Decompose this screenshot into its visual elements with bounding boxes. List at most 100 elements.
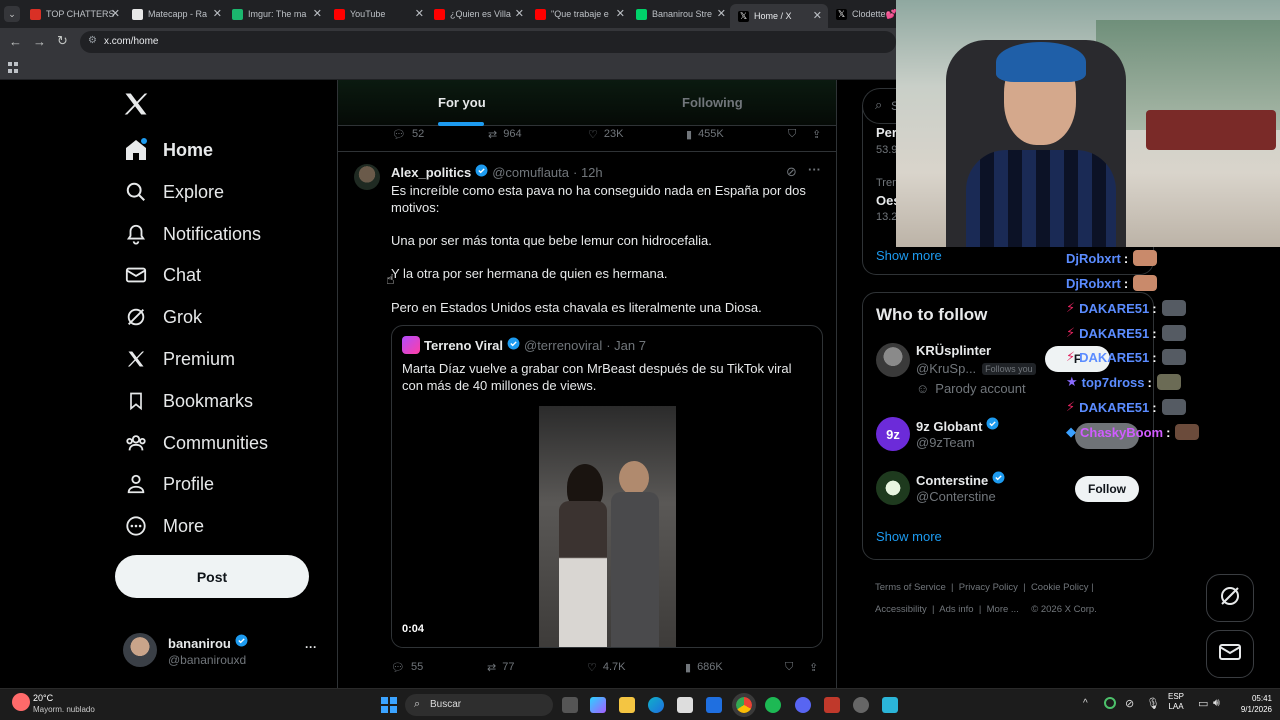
tab-close-icon[interactable]: ✕ xyxy=(313,7,322,20)
suggestion-name[interactable]: 9z Globant xyxy=(916,419,982,434)
weather-desc[interactable]: Mayorm. nublado xyxy=(33,705,95,714)
suggestion-avatar[interactable] xyxy=(876,343,910,377)
tweet-author[interactable]: Alex_politics xyxy=(391,165,471,180)
browser-tab[interactable]: TOP CHATTERS ✕ xyxy=(30,4,120,24)
post-button[interactable]: Post xyxy=(115,555,309,598)
nav-explore[interactable]: Explore xyxy=(123,172,224,212)
tray-icon[interactable]: ⊘ xyxy=(1125,697,1134,710)
chrome-icon[interactable] xyxy=(732,693,756,717)
messages-fab-button[interactable] xyxy=(1206,630,1254,678)
tab-for-you[interactable]: For you xyxy=(438,95,486,110)
repost-button[interactable]: ⇄ 964 xyxy=(488,128,522,141)
suggestion-name[interactable]: KRÜsplinter xyxy=(916,343,991,358)
site-info-icon[interactable]: ⚙ xyxy=(88,35,97,46)
edge-icon[interactable] xyxy=(648,697,664,713)
mail-app-icon[interactable] xyxy=(706,697,722,713)
tweet-avatar[interactable] xyxy=(354,164,380,190)
windows-start-icon[interactable] xyxy=(381,697,397,713)
tab-close-icon[interactable]: ✕ xyxy=(717,7,726,20)
volume-icon[interactable]: 🔊︎ xyxy=(1213,697,1220,710)
follow-button[interactable]: Follow xyxy=(1075,476,1139,502)
back-icon[interactable]: ← xyxy=(9,34,22,49)
tweet-time[interactable]: · 12h xyxy=(573,165,603,180)
browser-tab[interactable]: Matecapp - Ra ✕ xyxy=(132,4,222,24)
nav-communities[interactable]: Communities xyxy=(123,423,268,463)
discord-icon[interactable] xyxy=(795,697,811,713)
file-explorer-icon[interactable] xyxy=(619,697,635,713)
reply-button[interactable]: 💬︎ 52 xyxy=(392,128,424,141)
like-button[interactable]: ♡ 23K xyxy=(588,128,623,141)
reload-icon[interactable]: ↻ xyxy=(57,33,68,49)
footer-link[interactable]: Terms of Service xyxy=(875,582,946,593)
address-bar[interactable]: ⚙ x.com/home xyxy=(80,31,896,53)
footer-link[interactable]: Cookie Policy xyxy=(1031,582,1089,593)
footer-link[interactable]: Ads info xyxy=(939,604,973,615)
nav-more[interactable]: More xyxy=(123,506,204,546)
views-button[interactable]: ▮ 686K xyxy=(685,661,723,674)
tab-close-icon[interactable]: ✕ xyxy=(213,7,222,20)
weather-temp[interactable]: 20°C xyxy=(33,693,53,703)
like-button[interactable]: ♡ 4.7K xyxy=(587,661,626,674)
forward-icon[interactable]: → xyxy=(33,34,46,49)
browser-tab[interactable]: Imgur: The ma ✕ xyxy=(232,4,322,24)
browser-tab-active[interactable]: 𝕏 Home / X ✕ xyxy=(730,4,828,28)
show-more-link[interactable]: Show more xyxy=(876,529,942,544)
notepad-icon[interactable] xyxy=(882,697,898,713)
suggestion-avatar[interactable] xyxy=(876,471,910,505)
views-button[interactable]: ▮ 455K xyxy=(686,128,724,141)
suggestion-avatar[interactable]: 9z xyxy=(876,417,910,451)
browser-tab[interactable]: ¿Quien es Villa ✕ xyxy=(434,4,524,24)
taskbar-search[interactable]: ⌕ Buscar xyxy=(405,694,553,716)
copilot-icon[interactable] xyxy=(590,697,606,713)
tab-search-icon[interactable]: ⌄ xyxy=(4,6,20,22)
tray-app-icon[interactable] xyxy=(1104,697,1116,709)
reply-button[interactable]: 💬︎ 55 xyxy=(391,661,423,674)
language-indicator[interactable]: ESP LAA xyxy=(1168,692,1184,712)
account-switcher[interactable]: bananirou @bananirouxd ··· xyxy=(115,625,325,675)
browser-tab[interactable]: 𝕏 Clodette💕 xyxy=(836,4,896,24)
tab-close-icon[interactable]: ✕ xyxy=(616,7,625,20)
nav-premium[interactable]: Premium xyxy=(123,339,235,379)
apps-grid-icon[interactable] xyxy=(8,62,19,73)
app-icon[interactable] xyxy=(824,697,840,713)
monitor-icon[interactable]: ▭ xyxy=(1198,697,1208,710)
tweet-handle[interactable]: @comuflauta xyxy=(492,165,569,180)
footer-link[interactable]: More ... xyxy=(987,604,1019,615)
quote-tweet[interactable]: Terreno Viral @terrenoviral · Jan 7 Mart… xyxy=(391,325,823,648)
microphone-icon[interactable]: 🎙︎ xyxy=(1146,697,1160,710)
url-text[interactable]: x.com/home xyxy=(104,36,158,47)
tab-close-icon[interactable]: ✕ xyxy=(111,7,120,20)
nav-bookmarks[interactable]: Bookmarks xyxy=(123,381,253,421)
nav-grok[interactable]: Grok xyxy=(123,297,202,337)
grok-explain-icon[interactable]: ⊘ xyxy=(786,164,797,180)
bookmark-tweet-icon[interactable]: ⛉ xyxy=(785,661,793,674)
video-player[interactable]: 0:04 xyxy=(392,404,822,647)
tray-chevron-icon[interactable]: ^ xyxy=(1083,698,1088,709)
tab-close-icon[interactable]: ✕ xyxy=(415,7,424,20)
tweet-more-icon[interactable]: ··· xyxy=(808,162,821,177)
nav-chat[interactable]: Chat xyxy=(123,255,201,295)
footer-link[interactable]: Privacy Policy xyxy=(959,582,1018,593)
tab-close-icon[interactable]: ✕ xyxy=(515,7,524,20)
share-icon[interactable]: ⇪ xyxy=(809,661,818,674)
show-more-link[interactable]: Show more xyxy=(876,248,942,263)
task-view-icon[interactable] xyxy=(562,697,578,713)
obs-icon[interactable] xyxy=(853,697,869,713)
browser-tab[interactable]: YouTube ✕ xyxy=(334,4,424,24)
nav-notifications[interactable]: Notifications xyxy=(123,214,261,254)
weather-icon[interactable] xyxy=(12,693,30,711)
share-icon[interactable]: ⇪ xyxy=(812,128,821,141)
trend-title[interactable]: Per xyxy=(876,125,897,140)
footer-link[interactable]: Accessibility xyxy=(875,604,927,615)
store-icon[interactable] xyxy=(677,697,693,713)
browser-tab[interactable]: "Que trabaje e ✕ xyxy=(535,4,625,24)
nav-profile[interactable]: Profile xyxy=(123,464,214,504)
nav-home[interactable]: Home xyxy=(123,130,213,170)
clock[interactable]: 05:41 9/1/2026 xyxy=(1232,693,1272,715)
bookmark-tweet-icon[interactable]: ⛉ xyxy=(788,128,796,141)
account-more-icon[interactable]: ··· xyxy=(305,640,317,654)
repost-button[interactable]: ⇄ 77 xyxy=(487,661,514,674)
tab-following[interactable]: Following xyxy=(682,95,743,110)
suggestion-name[interactable]: Conterstine xyxy=(916,473,988,488)
spotify-icon[interactable] xyxy=(765,697,781,713)
